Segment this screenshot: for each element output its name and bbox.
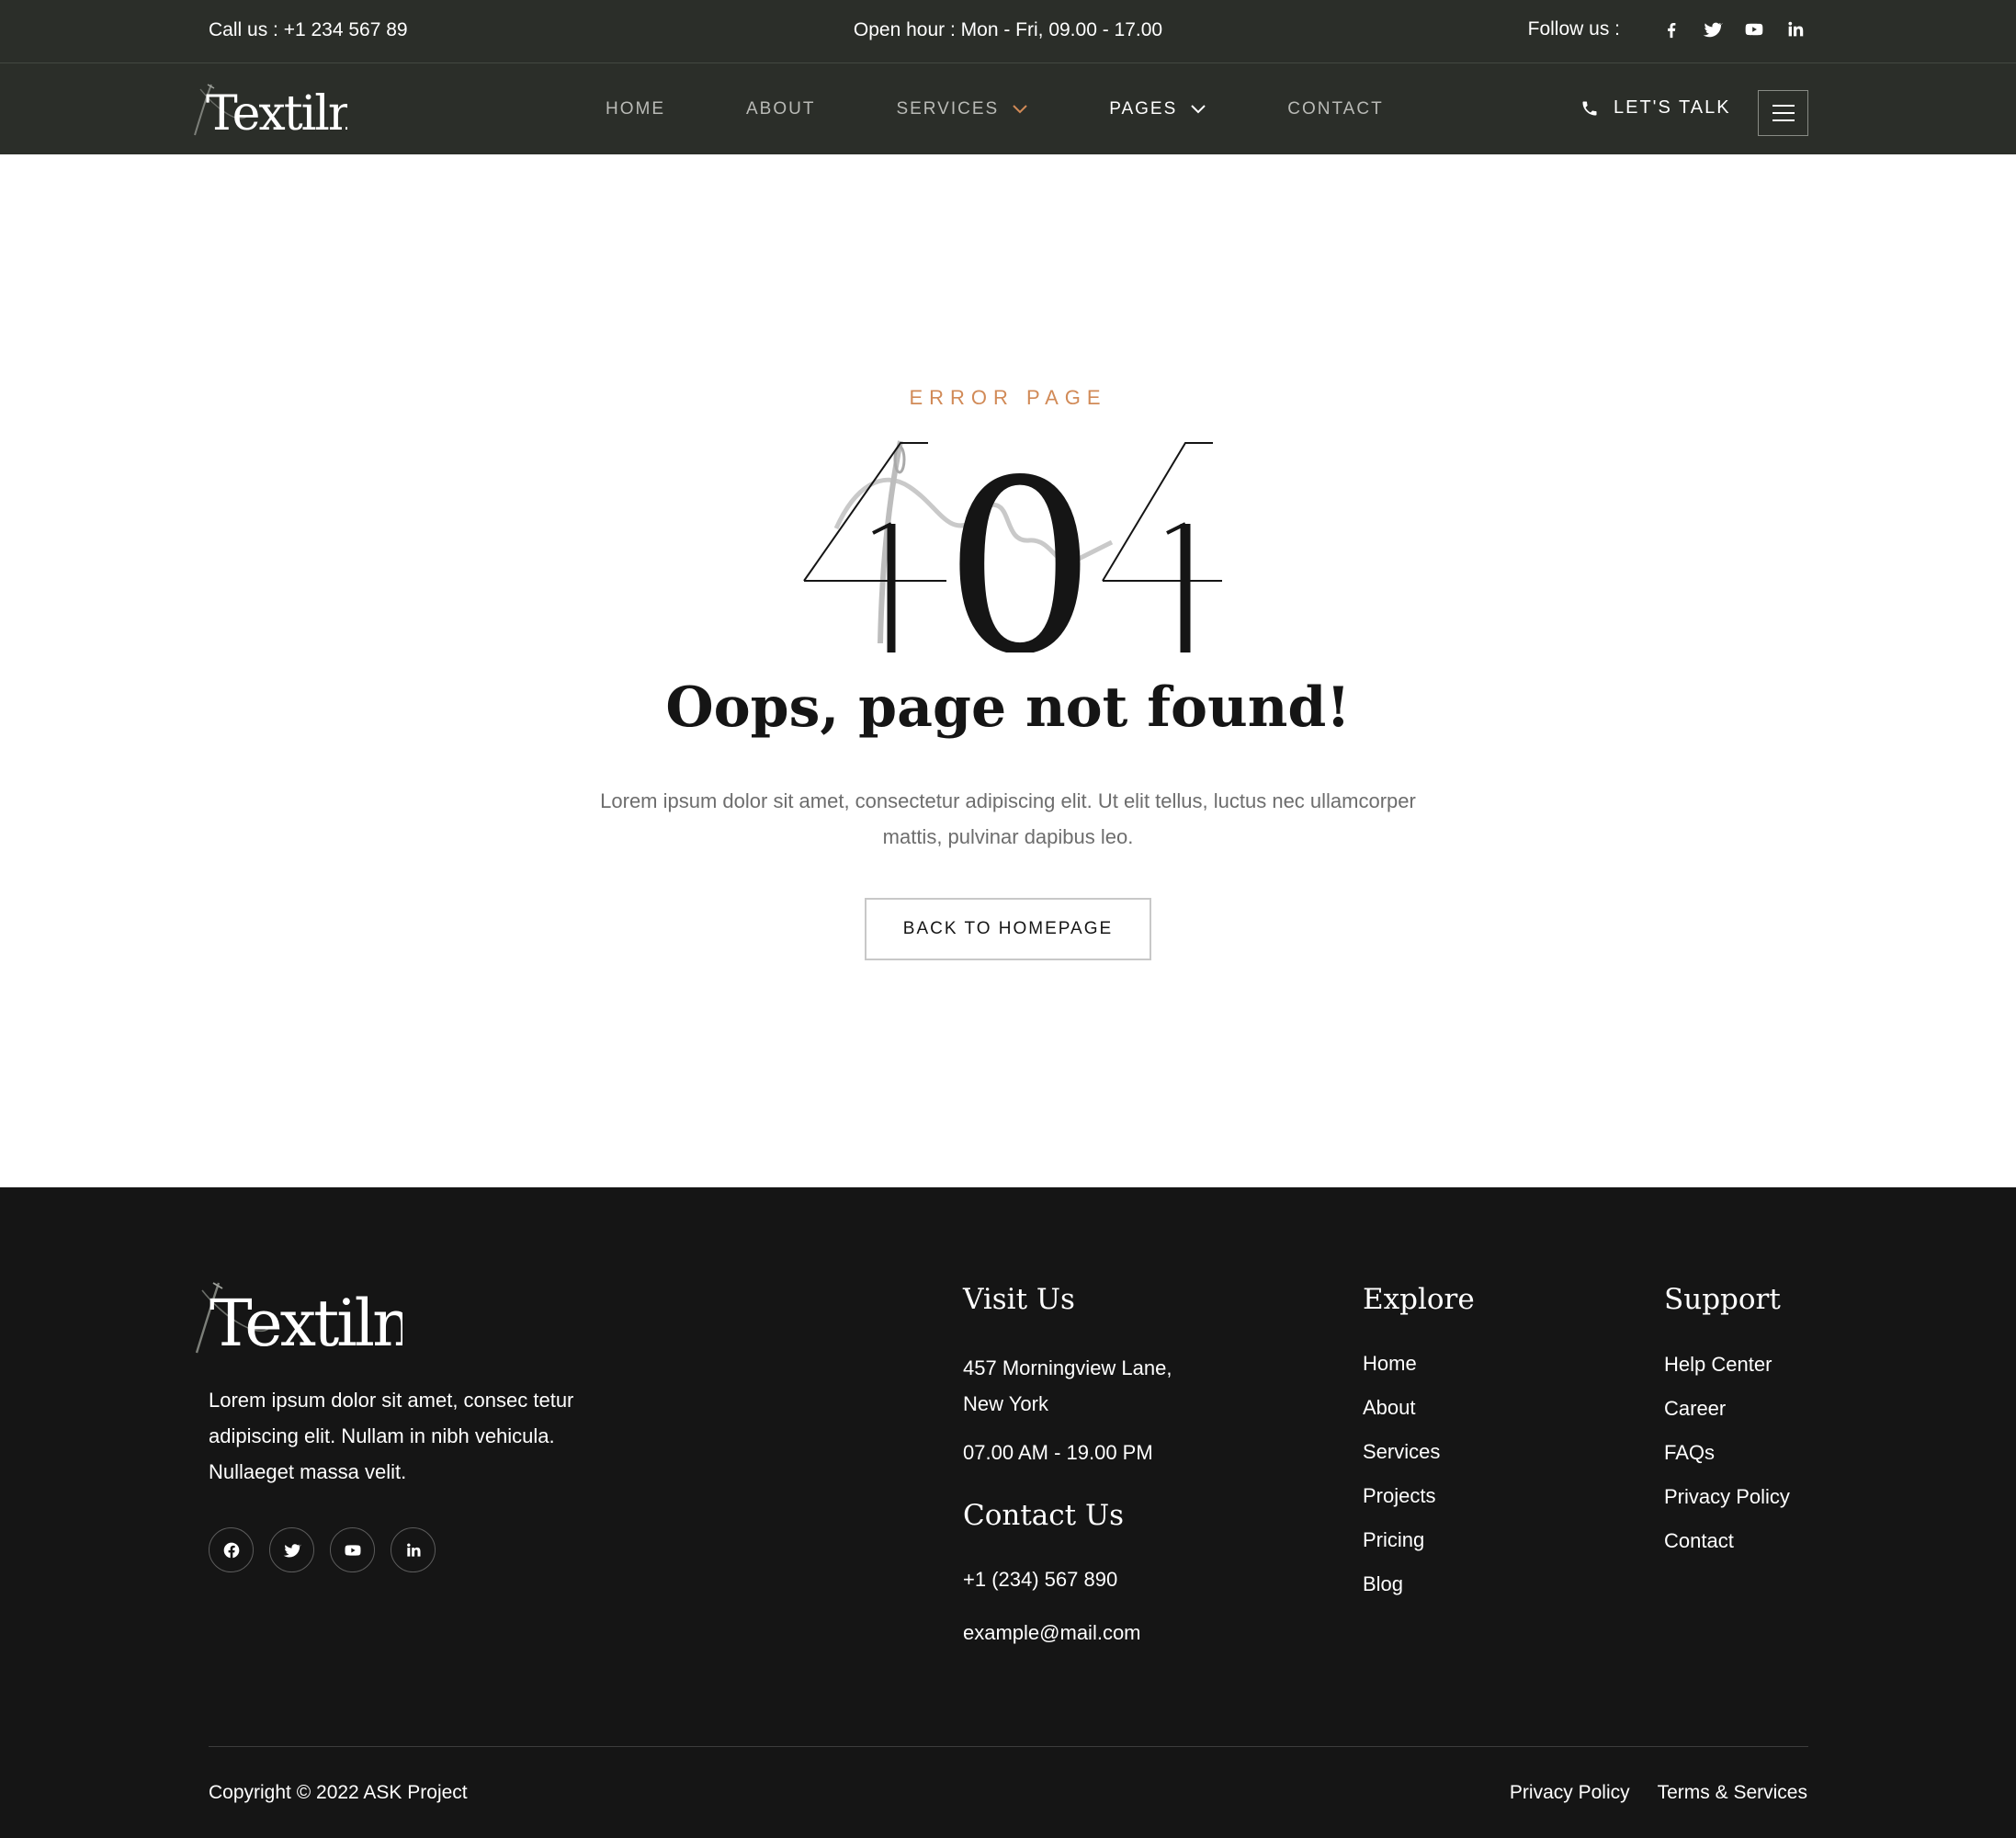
facebook-icon[interactable] — [209, 1527, 254, 1572]
error-code-404: 0 — [803, 432, 1222, 652]
footer-link-blog[interactable]: Blog — [1363, 1571, 1440, 1615]
nav-item-contact[interactable]: CONTACT — [1287, 99, 1383, 119]
page-title: Oops, page not found! — [665, 675, 1351, 740]
youtube-icon[interactable] — [330, 1527, 375, 1572]
nav-item-home[interactable]: HOME — [606, 99, 665, 119]
footer-link-pricing[interactable]: Pricing — [1363, 1526, 1440, 1571]
footer-link-projects[interactable]: Projects — [1363, 1482, 1440, 1526]
footer-link-career[interactable]: Career — [1664, 1395, 1790, 1439]
visit-us-title: Visit Us — [963, 1283, 1075, 1316]
nav-item-services[interactable]: SERVICES — [896, 99, 1028, 119]
nav-item-label: CONTACT — [1287, 98, 1384, 119]
nav-item-label: ABOUT — [746, 98, 816, 119]
follow-us-label: Follow us : — [1527, 18, 1620, 40]
site-logo[interactable]: Textiln — [191, 80, 347, 139]
top-bar: Call us : +1 234 567 89 Open hour : Mon … — [0, 0, 2016, 63]
support-links: Help Center Career FAQs Privacy Policy C… — [1664, 1351, 1790, 1571]
privacy-policy-link[interactable]: Privacy Policy — [1510, 1782, 1630, 1804]
error-eyebrow: ERROR PAGE — [909, 386, 1107, 409]
footer-logo[interactable]: Textiln — [191, 1277, 402, 1356]
footer-divider — [209, 1746, 1808, 1747]
footer-link-faqs[interactable]: FAQs — [1664, 1439, 1790, 1483]
twitter-icon[interactable] — [269, 1527, 314, 1572]
nav-item-about[interactable]: ABOUT — [746, 99, 815, 119]
footer-social-links — [209, 1527, 451, 1572]
twitter-icon[interactable] — [1701, 16, 1725, 43]
footer-link-privacy-policy[interactable]: Privacy Policy — [1664, 1483, 1790, 1527]
support-title: Support — [1664, 1283, 1781, 1316]
youtube-icon[interactable] — [1742, 16, 1766, 43]
address-line: 457 Morningview Lane, — [963, 1356, 1172, 1379]
chevron-down-icon — [1191, 105, 1206, 114]
site-footer: Textiln Lorem ipsum dolor sit amet, cons… — [0, 1187, 2016, 1838]
follow-us: Follow us : — [1528, 16, 1807, 43]
hamburger-menu-icon[interactable] — [1758, 90, 1808, 136]
lets-talk-button[interactable]: LET'S TALK — [1580, 97, 1731, 119]
main-navigation: Textiln HOME ABOUT SERVICES PAGES CONTAC… — [0, 63, 2016, 154]
explore-links: Home About Services Projects Pricing Blo… — [1363, 1350, 1440, 1615]
legal-links: Privacy Policy Terms & Services — [1510, 1782, 1807, 1804]
explore-title: Explore — [1363, 1283, 1475, 1316]
footer-link-help-center[interactable]: Help Center — [1664, 1351, 1790, 1395]
footer-phone-link[interactable]: +1 (234) 567 890 — [963, 1568, 1117, 1592]
linkedin-icon[interactable] — [1784, 16, 1807, 43]
phone-icon — [1582, 101, 1597, 115]
digit-zero: 0 — [944, 432, 1095, 652]
address-line: New York — [963, 1392, 1048, 1415]
nav-menu: HOME ABOUT SERVICES PAGES CONTACT — [606, 63, 1465, 154]
nav-item-label: HOME — [606, 98, 665, 119]
footer-link-home[interactable]: Home — [1363, 1350, 1440, 1394]
linkedin-icon[interactable] — [391, 1527, 436, 1572]
contact-us-title: Contact Us — [963, 1499, 1124, 1532]
footer-email-link[interactable]: example@mail.com — [963, 1621, 1141, 1645]
copyright-text: Copyright © 2022 ASK Project — [209, 1782, 468, 1803]
error-description: Lorem ipsum dolor sit amet, consectetur … — [600, 789, 1416, 848]
footer-link-services[interactable]: Services — [1363, 1438, 1440, 1482]
footer-link-contact[interactable]: Contact — [1664, 1527, 1790, 1571]
terms-services-link[interactable]: Terms & Services — [1658, 1782, 1807, 1803]
footer-about-text: Lorem ipsum dolor sit amet, consec tetur… — [209, 1389, 574, 1483]
logo-wordmark: Textiln — [206, 86, 347, 139]
facebook-icon[interactable] — [1659, 16, 1683, 43]
nav-item-label: PAGES — [1109, 98, 1178, 119]
back-to-homepage-button[interactable]: BACK TO HOMEPAGE — [865, 898, 1151, 960]
lets-talk-label: LET'S TALK — [1614, 97, 1731, 118]
nav-item-pages[interactable]: PAGES — [1109, 99, 1206, 119]
footer-hours: 07.00 AM - 19.00 PM — [963, 1441, 1153, 1464]
logo-wordmark: Textiln — [210, 1286, 402, 1356]
chevron-down-icon — [1013, 105, 1027, 114]
footer-link-about[interactable]: About — [1363, 1394, 1440, 1438]
nav-item-label: SERVICES — [896, 98, 1000, 119]
address: 457 Morningview Lane, New York — [963, 1350, 1172, 1422]
